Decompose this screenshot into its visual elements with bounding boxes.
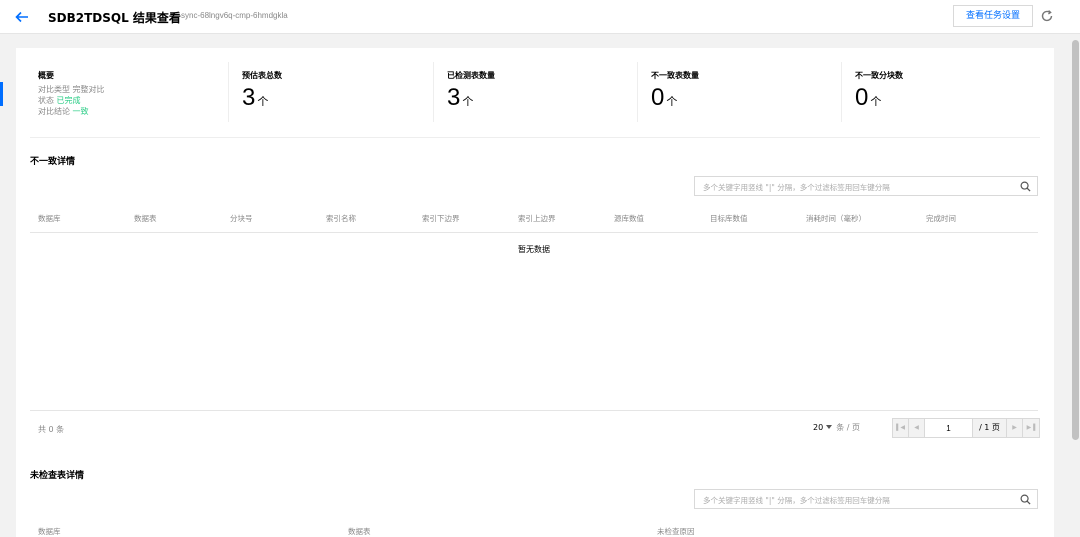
column-header[interactable]: 消耗时间（毫秒） [806, 213, 866, 224]
prev-page-icon[interactable]: ◀ [909, 419, 925, 437]
column-header[interactable]: 数据库 [38, 213, 61, 224]
column-header[interactable]: 目标库数值 [710, 213, 748, 224]
inconsistent-table-header: 数据库 数据表 分块号 索引名称 索引下边界 索引上边界 源库数值 目标库数值 … [30, 203, 1038, 233]
divider [637, 62, 638, 122]
status-value: 已完成 [56, 96, 81, 105]
divider [228, 62, 229, 122]
page-scrollbar[interactable] [1071, 34, 1080, 537]
column-header[interactable]: 数据表 [348, 526, 371, 537]
column-header[interactable]: 数据表 [134, 213, 157, 224]
total-pages: / 1 页 [973, 419, 1007, 437]
conclusion-row: 对比结论 一致 [38, 106, 89, 117]
column-header[interactable]: 数据库 [38, 526, 61, 537]
stat-estimated-tables: 预估表总数 3个 [242, 62, 432, 122]
view-task-settings-button[interactable]: 查看任务设置 [953, 5, 1033, 27]
compare-type-value: 完整对比 [72, 85, 105, 94]
stat-value: 3个 [447, 84, 474, 111]
column-header[interactable]: 索引上边界 [518, 213, 556, 224]
page-title: SDB2TDSQL 结果查看 [48, 11, 181, 25]
page-size-select[interactable]: 20 条 / 页 [813, 422, 860, 433]
page-size-value: 20 [813, 423, 824, 432]
inconsistent-section-title: 不一致详情 [30, 157, 76, 167]
overview-column: 概要 对比类型 完整对比 状态 已完成 对比结论 一致 [38, 62, 228, 122]
stat-inconsistent-chunks: 不一致分块数 0个 [855, 62, 1035, 122]
unchecked-search [694, 489, 1038, 510]
chevron-down-icon [826, 425, 833, 429]
divider [841, 62, 842, 122]
next-page-icon[interactable]: ▶ [1007, 419, 1023, 437]
last-page-icon[interactable]: ▶▐ [1023, 419, 1039, 437]
column-header[interactable]: 索引名称 [326, 213, 356, 224]
compare-type-key: 对比类型 [38, 85, 70, 94]
stat-label: 不一致分块数 [855, 71, 903, 80]
pagination-bar: 共 0 条 20 条 / 页 ▌◀ ◀ / 1 页 ▶ ▶▐ [30, 410, 1040, 446]
unchecked-section-title: 未检查表详情 [30, 471, 85, 481]
inconsistent-search-input[interactable] [695, 178, 1013, 197]
stat-value: 0个 [855, 84, 882, 111]
task-id: sync-68lngv6q-cmp-6hmdgkla [181, 11, 288, 20]
stat-inconsistent-tables: 不一致表数量 0个 [651, 62, 841, 122]
inconsistent-search [694, 176, 1038, 197]
column-header[interactable]: 未检查原因 [657, 526, 695, 537]
empty-state: 暂无数据 [518, 245, 550, 254]
stat-label: 预估表总数 [242, 71, 282, 80]
conclusion-value: 一致 [72, 107, 89, 116]
unchecked-table-header: 数据库 数据表 未检查原因 [30, 516, 1038, 537]
stat-value: 0个 [651, 84, 678, 111]
status-key: 状态 [38, 96, 54, 105]
scrollbar-thumb[interactable] [1072, 40, 1079, 440]
status-row: 状态 已完成 [38, 95, 81, 106]
stat-label: 不一致表数量 [651, 71, 699, 80]
pager: ▌◀ ◀ / 1 页 ▶ ▶▐ [892, 418, 1040, 438]
search-icon[interactable] [1020, 181, 1031, 192]
refresh-icon[interactable] [1040, 9, 1054, 23]
stat-label: 已检测表数量 [447, 71, 495, 80]
conclusion-key: 对比结论 [38, 107, 70, 116]
unchecked-search-input[interactable] [695, 491, 1013, 510]
column-header[interactable]: 完成时间 [926, 213, 956, 224]
result-card: 概要 对比类型 完整对比 状态 已完成 对比结论 一致 预估表总数 3个 已检测… [16, 48, 1054, 537]
back-arrow-icon[interactable] [14, 9, 30, 25]
top-header: SDB2TDSQL 结果查看 sync-68lngv6q-cmp-6hmdgkl… [0, 0, 1080, 34]
page-size-unit: 条 / 页 [836, 423, 860, 432]
column-header[interactable]: 分块号 [230, 213, 253, 224]
column-header[interactable]: 源库数值 [614, 213, 644, 224]
stat-checked-tables: 已检测表数量 3个 [447, 62, 637, 122]
compare-type-row: 对比类型 完整对比 [38, 84, 105, 95]
nav-active-indicator [0, 82, 3, 106]
page-number-input[interactable] [925, 419, 973, 437]
overview-title: 概要 [38, 71, 54, 80]
divider [433, 62, 434, 122]
first-page-icon[interactable]: ▌◀ [893, 419, 909, 437]
stat-value: 3个 [242, 84, 269, 111]
total-count: 共 0 条 [38, 425, 65, 434]
column-header[interactable]: 索引下边界 [422, 213, 460, 224]
summary-panel: 概要 对比类型 完整对比 状态 已完成 对比结论 一致 预估表总数 3个 已检测… [30, 62, 1040, 138]
search-icon[interactable] [1020, 494, 1031, 505]
